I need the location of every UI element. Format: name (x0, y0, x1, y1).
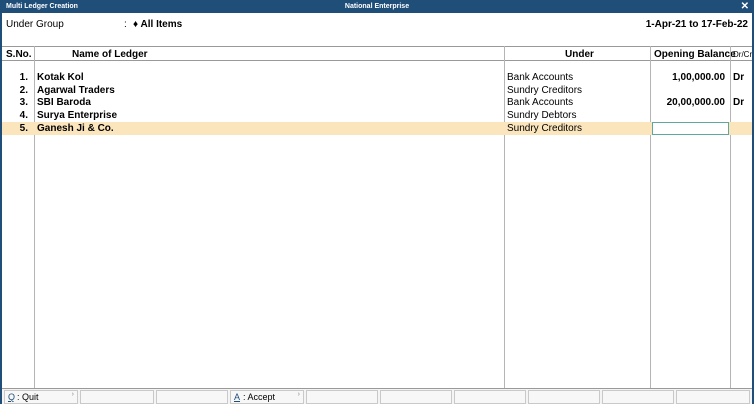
chevron-right-icon: › (71, 391, 74, 398)
table-row[interactable]: 1. Kotak Kol Bank Accounts 1,00,000.00 D… (2, 71, 752, 84)
period-range: 1-Apr-21 to 17-Feb-22 (645, 19, 748, 30)
multi-ledger-window: Multi Ledger Creation National Enterpris… (0, 0, 754, 404)
quit-label: : Quit (17, 392, 39, 402)
accept-label: : Accept (243, 392, 276, 402)
column-header: S.No. Name of Ledger Under Opening Balan… (2, 46, 752, 61)
ledger-under[interactable]: Sundry Creditors (507, 85, 582, 96)
row-sno: 4. (19, 110, 28, 121)
empty-button[interactable] (80, 390, 154, 404)
empty-button[interactable] (528, 390, 600, 404)
empty-button[interactable] (454, 390, 526, 404)
ledger-under[interactable]: Sundry Debtors (507, 110, 576, 121)
table-row-selected[interactable]: 5. Ganesh Ji & Co. Sundry Creditors (2, 122, 752, 135)
ledger-name[interactable]: Agarwal Traders (37, 85, 115, 96)
col-ledger-name: Name of Ledger (72, 49, 148, 60)
under-group-label: Under Group (6, 19, 64, 30)
ledger-under[interactable]: Bank Accounts (507, 97, 573, 108)
col-sno: S.No. (6, 49, 32, 60)
quit-button[interactable]: Q : Quit › (4, 390, 78, 404)
accept-button[interactable]: A : Accept › (230, 390, 304, 404)
empty-button[interactable] (156, 390, 228, 404)
table-row[interactable]: 3. SBI Baroda Bank Accounts 20,00,000.00… (2, 96, 752, 109)
empty-button[interactable] (602, 390, 674, 404)
ledger-name[interactable]: Kotak Kol (37, 72, 84, 83)
col-opening-balance: Opening Balance (654, 49, 736, 60)
empty-button[interactable] (380, 390, 452, 404)
row-sno: 3. (19, 97, 28, 108)
row-sno: 2. (19, 85, 28, 96)
row-sno: 5. (19, 123, 28, 134)
quit-shortcut: Q (8, 392, 16, 402)
drcr-value[interactable]: Dr (733, 97, 744, 108)
accept-shortcut: A (234, 392, 241, 402)
row-sno: 1. (19, 72, 28, 83)
company-name: National Enterprise (344, 3, 410, 10)
opening-balance[interactable]: 1,00,000.00 (672, 72, 725, 83)
drcr-value[interactable]: Dr (733, 72, 744, 83)
table-row[interactable]: 4. Surya Enterprise Sundry Debtors (2, 109, 752, 122)
col-under: Under (565, 49, 594, 60)
close-icon[interactable]: ✕ (741, 1, 749, 12)
empty-button[interactable] (306, 390, 378, 404)
ledger-under[interactable]: Bank Accounts (507, 72, 573, 83)
title-bar: Multi Ledger Creation National Enterpris… (2, 1, 752, 13)
ledger-under[interactable]: Sundry Creditors (507, 123, 582, 134)
button-bar: Q : Quit › A : Accept › (2, 388, 752, 404)
ledger-name[interactable]: Ganesh Ji & Co. (37, 123, 114, 134)
under-group-colon: : (124, 19, 127, 30)
chevron-right-icon: › (297, 391, 300, 398)
ledger-name[interactable]: Surya Enterprise (37, 110, 117, 121)
opening-balance[interactable]: 20,00,000.00 (667, 97, 725, 108)
under-group-field[interactable]: ♦ All Items (133, 19, 182, 30)
ledger-name[interactable]: SBI Baroda (37, 97, 91, 108)
empty-button[interactable] (676, 390, 750, 404)
col-drcr: Dr/Cr (733, 50, 753, 59)
opening-balance-input[interactable] (652, 122, 729, 135)
